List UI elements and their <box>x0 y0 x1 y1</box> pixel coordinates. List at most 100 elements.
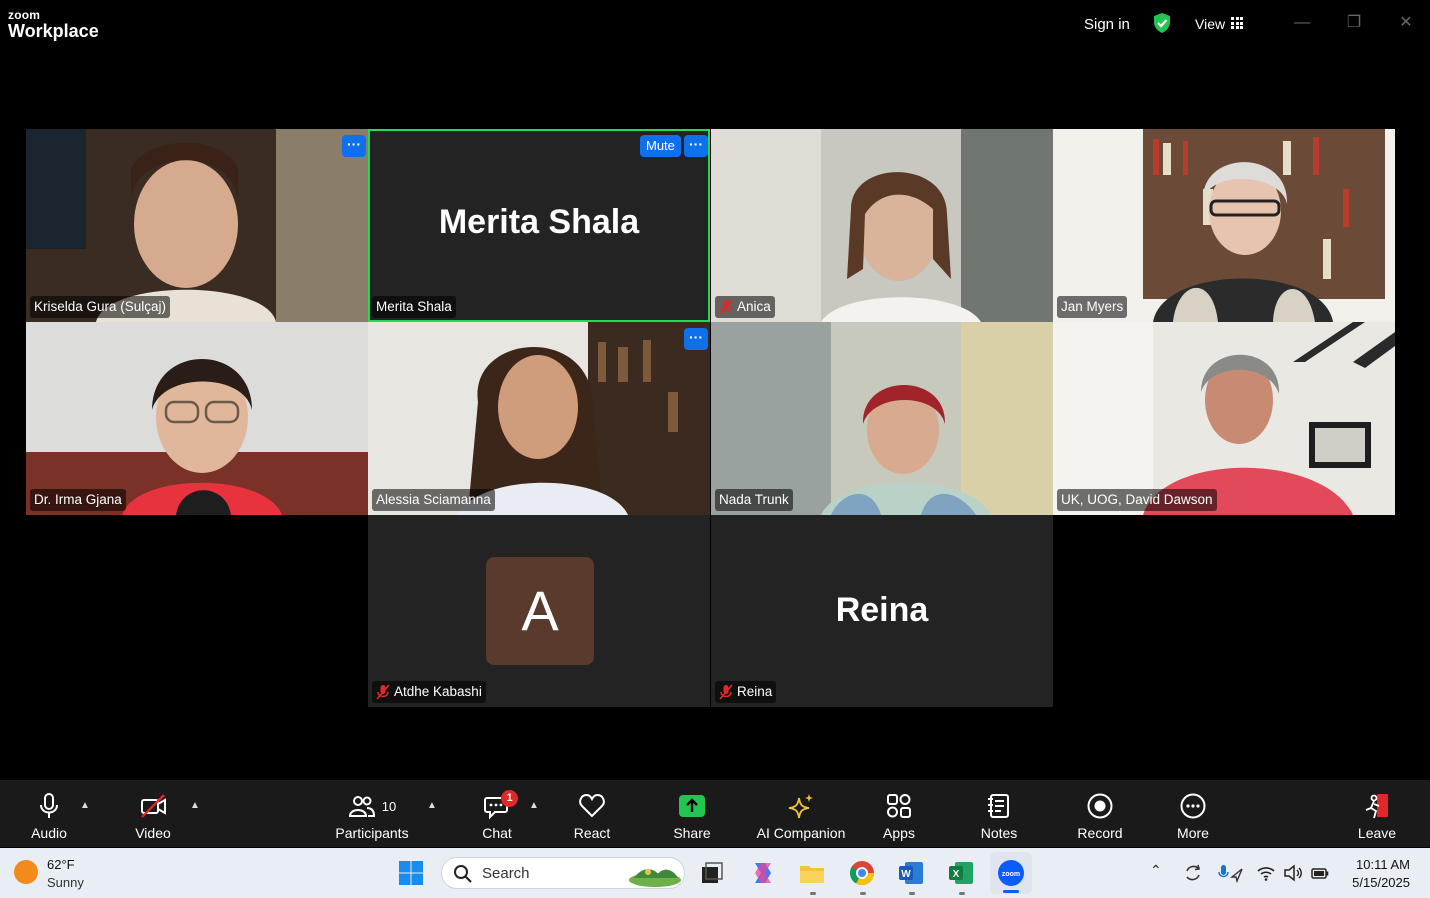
apps-label: Apps <box>883 825 915 841</box>
word-icon[interactable]: W <box>897 859 925 887</box>
more-icon <box>1180 793 1206 819</box>
close-icon[interactable]: ✕ <box>1395 12 1417 34</box>
leave-door-icon <box>1365 794 1388 819</box>
video-options-chevron-icon[interactable]: ▲ <box>190 800 200 811</box>
video-tile-anica[interactable]: Anica <box>711 129 1053 322</box>
zoom-taskbar-button[interactable]: zoom <box>990 852 1032 894</box>
microphone-icon <box>40 793 58 818</box>
sign-in-button[interactable]: Sign in <box>1084 16 1130 33</box>
chat-unread-badge: 1 <box>501 790 518 807</box>
video-tile-kriselda[interactable]: ··· Kriselda Gura (Sulçaj) <box>26 129 368 322</box>
clock-time: 10:11 AM <box>1356 857 1410 872</box>
mic-location-icon[interactable] <box>1218 863 1244 883</box>
chrome-icon[interactable] <box>848 859 876 887</box>
mic-muted-icon <box>376 684 390 700</box>
chat-options-chevron-icon[interactable]: ▲ <box>529 800 539 811</box>
video-tile-david[interactable]: UK, UOG, David Dawson <box>1053 322 1395 515</box>
audio-button[interactable]: Audio <box>29 780 69 847</box>
participant-name: Anica <box>737 299 771 314</box>
video-tile-jan[interactable]: Jan Myers <box>1053 129 1395 322</box>
participant-name: Atdhe Kabashi <box>394 684 482 699</box>
video-tile-nada[interactable]: Nada Trunk <box>711 322 1053 515</box>
mic-muted-icon <box>719 299 733 315</box>
search-icon <box>454 865 472 883</box>
file-explorer-icon[interactable] <box>798 859 826 887</box>
running-indicator <box>860 892 866 895</box>
heart-icon <box>579 793 605 818</box>
tile-more-button[interactable]: ··· <box>684 328 708 350</box>
sun-weather-icon[interactable] <box>14 860 38 884</box>
participant-video <box>368 322 710 515</box>
speaker-volume-icon[interactable] <box>1283 863 1303 883</box>
weather-temperature[interactable]: 62°F <box>47 857 75 872</box>
participant-name: Alessia Sciamanna <box>376 492 491 507</box>
leave-button[interactable]: Leave <box>1357 780 1397 847</box>
logo-zoom-text: zoom <box>8 8 41 22</box>
participants-button[interactable]: 10 Participants <box>334 780 410 847</box>
weather-condition[interactable]: Sunny <box>47 875 84 890</box>
battery-charging-icon[interactable] <box>1310 863 1330 883</box>
video-tile-irma[interactable]: Dr. Irma Gjana <box>26 322 368 515</box>
taskbar-search-box[interactable]: Search <box>441 857 685 889</box>
windows-start-icon[interactable] <box>397 859 425 887</box>
audio-options-chevron-icon[interactable]: ▲ <box>80 800 90 811</box>
windows-taskbar: 62°F Sunny Search W X zoom ⌃ 10:11 AM 5/… <box>0 848 1430 898</box>
show-hidden-icons-chevron-icon[interactable]: ⌃ <box>1150 862 1162 879</box>
audio-label: Audio <box>31 825 67 841</box>
video-gallery: ··· Kriselda Gura (Sulçaj) Merita Shala … <box>0 50 1430 780</box>
tile-more-button[interactable]: ··· <box>684 135 708 157</box>
leave-label: Leave <box>1357 825 1397 841</box>
participant-name: UK, UOG, David Dawson <box>1061 492 1213 507</box>
mute-participant-button[interactable]: Mute <box>640 135 681 157</box>
chat-label: Chat <box>482 825 512 841</box>
system-clock[interactable]: 10:11 AM 5/15/2025 <box>1340 856 1410 892</box>
more-label: More <box>1177 825 1209 841</box>
video-tile-reina[interactable]: Reina Reina <box>711 515 1053 707</box>
svg-text:zoom: zoom <box>1002 871 1020 878</box>
participant-name-tag: Alessia Sciamanna <box>372 489 495 511</box>
zoom-app-icon: zoom <box>998 860 1024 886</box>
record-label: Record <box>1077 825 1123 841</box>
participant-name-tag: Reina <box>715 681 777 703</box>
participant-avatar: A <box>486 557 594 665</box>
participant-name-tag: Nada Trunk <box>715 489 793 511</box>
apps-button[interactable]: Apps <box>881 780 917 847</box>
video-tile-alessia[interactable]: ··· Alessia Sciamanna <box>368 322 710 515</box>
task-view-icon[interactable] <box>698 859 726 887</box>
react-button[interactable]: React <box>573 780 611 847</box>
participant-name-tag: Atdhe Kabashi <box>372 681 486 703</box>
restore-icon[interactable]: ❐ <box>1343 12 1365 34</box>
video-tile-atdhe[interactable]: A Atdhe Kabashi <box>368 515 710 707</box>
clock-date: 5/15/2025 <box>1352 875 1410 890</box>
record-button[interactable]: Record <box>1076 780 1124 847</box>
notes-button[interactable]: Notes <box>979 780 1019 847</box>
share-button[interactable]: Share <box>672 780 712 847</box>
copilot-icon[interactable] <box>749 859 777 887</box>
more-button[interactable]: More <box>1174 780 1212 847</box>
participant-name: Merita Shala <box>376 299 452 314</box>
wifi-icon[interactable] <box>1256 863 1276 883</box>
participant-name-tag: Anica <box>715 296 775 318</box>
sync-icon[interactable] <box>1183 863 1203 883</box>
grid-view-icon[interactable] <box>1231 17 1243 29</box>
tile-more-button[interactable]: ··· <box>342 135 366 157</box>
participants-options-chevron-icon[interactable]: ▲ <box>427 800 437 811</box>
excel-icon[interactable]: X <box>947 859 975 887</box>
ai-companion-button[interactable]: AI Companion <box>755 780 847 847</box>
running-indicator <box>909 892 915 895</box>
record-icon <box>1087 793 1113 819</box>
zoom-logo: zoom Workplace <box>8 9 99 40</box>
share-label: Share <box>673 825 711 841</box>
shield-check-icon[interactable] <box>1152 12 1172 34</box>
svg-text:X: X <box>953 869 960 880</box>
running-indicator <box>959 892 965 895</box>
participant-name-tag: Jan Myers <box>1057 296 1128 318</box>
minimize-icon[interactable]: — <box>1291 12 1313 34</box>
participant-video <box>26 129 368 322</box>
view-button[interactable]: View <box>1195 16 1225 32</box>
video-tile-merita[interactable]: Merita Shala Mute ··· Merita Shala <box>368 129 710 322</box>
participant-name: Dr. Irma Gjana <box>34 492 122 507</box>
participant-name-tag: UK, UOG, David Dawson <box>1057 489 1217 511</box>
share-screen-icon <box>679 795 705 817</box>
video-button[interactable]: Video <box>133 780 173 847</box>
